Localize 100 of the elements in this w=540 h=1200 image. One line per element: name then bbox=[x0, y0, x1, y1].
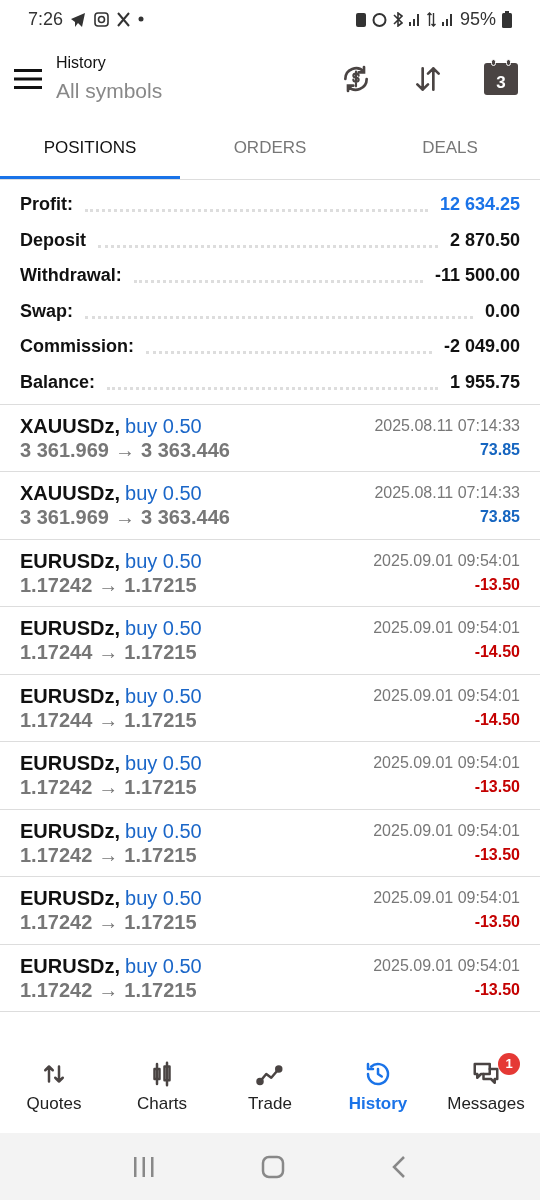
close-price: 1.17215 bbox=[124, 842, 197, 867]
nav-tab[interactable]: Quotes bbox=[0, 1043, 108, 1133]
signal-icon bbox=[408, 12, 421, 26]
summary-value: 0.00 bbox=[484, 299, 520, 323]
dot-icon bbox=[138, 16, 145, 22]
deal-profit: -13.50 bbox=[474, 777, 520, 797]
deal-time: 2025.08.11 07:14:33 bbox=[374, 483, 520, 503]
deal-profit: -14.50 bbox=[474, 709, 520, 730]
deal-profit: -13.50 bbox=[474, 979, 520, 1000]
recent-apps-icon[interactable] bbox=[133, 1155, 155, 1178]
arrow-sign: → bbox=[98, 707, 119, 732]
symbol: EURUSDz, bbox=[20, 751, 120, 775]
open-price: 1.17242 bbox=[20, 977, 93, 1002]
menu-icon[interactable] bbox=[14, 69, 42, 89]
symbol: EURUSDz, bbox=[20, 818, 120, 843]
symbol: EURUSDz, bbox=[20, 616, 120, 640]
symbol: EURUSDz, bbox=[20, 548, 120, 573]
close-price: 1.17215 bbox=[124, 910, 197, 934]
nav-tab[interactable]: Charts bbox=[108, 1043, 216, 1133]
summary-label: Balance: bbox=[20, 370, 96, 394]
open-price: 1.17242 bbox=[20, 775, 93, 799]
battery-icon bbox=[502, 10, 512, 28]
deal-side: buy 0.50 bbox=[125, 751, 202, 775]
close-price: 1.17215 bbox=[124, 572, 197, 597]
symbol: EURUSDz, bbox=[20, 953, 120, 978]
deal-profit: -13.50 bbox=[474, 574, 520, 595]
summary-value: -11 500.00 bbox=[434, 264, 520, 287]
tab[interactable]: POSITIONS bbox=[0, 120, 180, 179]
arrow-sign: → bbox=[115, 505, 135, 529]
summary-value: -2 049.00 bbox=[443, 335, 520, 358]
battery-percent: 95% bbox=[459, 7, 496, 31]
back-icon[interactable] bbox=[391, 1154, 407, 1179]
camera-icon bbox=[94, 11, 110, 27]
symbol: EURUSDz, bbox=[20, 886, 120, 910]
tab[interactable]: ORDERS bbox=[180, 120, 360, 179]
deal-side: buy 0.50 bbox=[125, 616, 202, 640]
deal-side: buy 0.50 bbox=[125, 886, 202, 910]
deal-profit: 73.85 bbox=[479, 507, 520, 527]
summary-label: Commission: bbox=[20, 335, 134, 358]
open-price: 1.17242 bbox=[20, 842, 93, 867]
screen-title: History bbox=[56, 53, 107, 74]
summary-label: Deposit bbox=[20, 228, 86, 252]
summary-value: 2 870.50 bbox=[449, 228, 520, 252]
close-price: 1.17215 bbox=[124, 775, 197, 799]
summary-label: Profit: bbox=[20, 193, 73, 216]
x-icon bbox=[117, 11, 131, 27]
screen-subtitle[interactable]: All symbols bbox=[56, 75, 340, 107]
deal-side: buy 0.50 bbox=[125, 413, 202, 438]
deal-side: buy 0.50 bbox=[125, 818, 202, 843]
clock: 7:26 bbox=[28, 7, 64, 31]
deal-time: 2025.09.01 09:54:01 bbox=[373, 685, 520, 706]
signal-icon bbox=[441, 12, 454, 26]
close-price: 3 363.446 bbox=[141, 437, 230, 462]
deal-profit: -13.50 bbox=[474, 912, 520, 932]
deal-side: buy 0.50 bbox=[125, 481, 202, 505]
deal-side: buy 0.50 bbox=[125, 548, 202, 573]
symbol: EURUSDz, bbox=[20, 683, 120, 708]
open-price: 1.17244 bbox=[20, 707, 93, 732]
arrow-sign: → bbox=[98, 842, 119, 867]
open-price: 1.17242 bbox=[20, 910, 93, 934]
close-price: 1.17215 bbox=[124, 640, 197, 664]
symbol: XAUUSDz, bbox=[20, 413, 120, 438]
open-price: 3 361.969 bbox=[20, 437, 109, 462]
tab[interactable]: DEALS bbox=[360, 120, 540, 179]
deal-time: 2025.09.01 09:54:01 bbox=[373, 753, 520, 773]
deal-profit: 73.85 bbox=[479, 439, 520, 460]
deal-side: buy 0.50 bbox=[125, 953, 202, 978]
deal-profit: -13.50 bbox=[474, 844, 520, 865]
nav-tab[interactable]: Messages 1 bbox=[432, 1043, 540, 1133]
nav-tab[interactable]: Trade bbox=[216, 1043, 324, 1133]
deal-time: 2025.08.11 07:14:33 bbox=[374, 415, 520, 436]
summary-value: 12 634.25 bbox=[439, 193, 520, 216]
deal-time: 2025.09.01 09:54:01 bbox=[373, 550, 520, 571]
bluetooth-icon bbox=[392, 11, 403, 27]
arrow-sign: → bbox=[98, 640, 119, 664]
deal-time: 2025.09.01 09:54:01 bbox=[373, 888, 520, 908]
send-icon bbox=[71, 11, 87, 27]
nav-tab[interactable]: History bbox=[324, 1043, 432, 1133]
deal-profit: -14.50 bbox=[474, 642, 520, 662]
arrow-sign: → bbox=[98, 977, 119, 1002]
data-arrows-icon bbox=[426, 11, 436, 27]
home-icon[interactable] bbox=[261, 1154, 285, 1179]
close-price: 1.17215 bbox=[124, 707, 197, 732]
deal-time: 2025.09.01 09:54:01 bbox=[373, 618, 520, 638]
close-price: 3 363.446 bbox=[141, 505, 230, 529]
arrow-sign: → bbox=[98, 775, 119, 799]
close-price: 1.17215 bbox=[124, 977, 197, 1002]
symbol: XAUUSDz, bbox=[20, 481, 120, 505]
summary-label: Swap: bbox=[20, 299, 73, 323]
deal-time: 2025.09.01 09:54:01 bbox=[373, 955, 520, 976]
arrow-sign: → bbox=[98, 910, 119, 934]
open-price: 1.17242 bbox=[20, 572, 93, 597]
summary-label: Withdrawal: bbox=[20, 264, 122, 287]
open-price: 3 361.969 bbox=[20, 505, 109, 529]
deal-time: 2025.09.01 09:54:01 bbox=[373, 820, 520, 841]
summary-value: 1 955.75 bbox=[449, 370, 520, 394]
arrow-sign: → bbox=[98, 572, 119, 597]
open-price: 1.17244 bbox=[20, 640, 93, 664]
deal-side: buy 0.50 bbox=[125, 683, 202, 708]
arrow-sign: → bbox=[115, 437, 135, 462]
